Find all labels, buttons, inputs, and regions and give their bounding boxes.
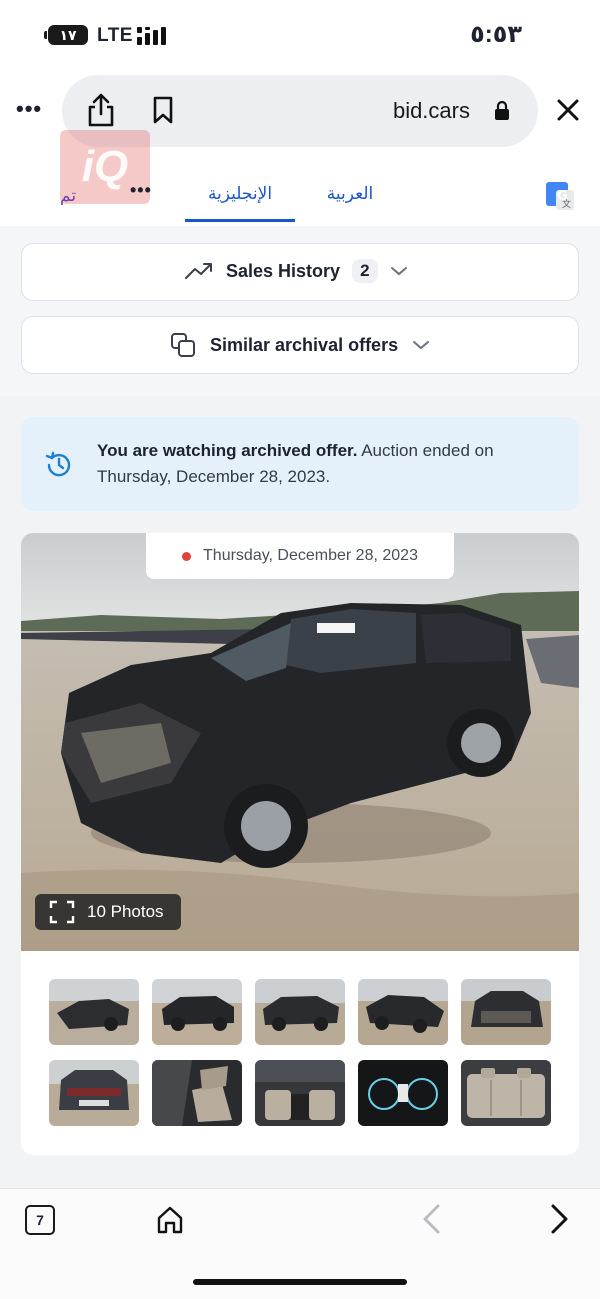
notice-bold: You are watching archived offer.	[97, 441, 358, 460]
forward-arrow-icon[interactable]	[549, 1203, 571, 1235]
sales-history-toggle[interactable]: Sales History 2	[21, 243, 579, 301]
clock: ٥:٥٣	[470, 21, 522, 48]
home-indicator	[193, 1279, 407, 1285]
history-icon	[45, 451, 71, 477]
svg-text:文: 文	[562, 198, 571, 210]
tab-arabic[interactable]: العربية	[305, 170, 395, 222]
main-vehicle-photo[interactable]	[21, 533, 579, 951]
chevron-down-icon	[390, 267, 407, 276]
thumbnail[interactable]	[152, 979, 242, 1045]
battery-indicator: ١٧	[44, 25, 88, 45]
thumbnail[interactable]	[152, 1060, 242, 1126]
similar-offers-label: Similar archival offers	[210, 334, 399, 355]
view-photos-button[interactable]: 10 Photos	[35, 894, 181, 930]
signal-icon	[137, 27, 166, 45]
sales-history-count: 2	[352, 259, 378, 283]
sales-history-label: Sales History	[226, 260, 341, 281]
copy-icon	[171, 333, 195, 357]
url-text[interactable]: bid.cars	[393, 98, 470, 124]
thumbnail[interactable]	[358, 1060, 448, 1126]
thumbnail[interactable]	[49, 979, 139, 1045]
google-translate-icon[interactable]: G 文	[544, 180, 576, 212]
translate-more-button[interactable]: •••	[130, 180, 152, 201]
archived-notice-text: You are watching archived offer. Auction…	[97, 438, 517, 490]
lock-icon	[495, 100, 509, 120]
active-tab-indicator	[185, 219, 295, 222]
chevron-down-icon	[413, 341, 430, 350]
close-icon[interactable]	[556, 98, 580, 122]
translate-done-button[interactable]: تم	[60, 186, 76, 206]
trending-up-icon	[185, 263, 212, 279]
bookmark-icon[interactable]	[151, 96, 175, 124]
photos-count-label: 10 Photos	[87, 902, 164, 921]
back-arrow-icon[interactable]	[420, 1203, 442, 1235]
browser-menu-button[interactable]: •••	[16, 96, 42, 122]
thumbnail[interactable]	[255, 1060, 345, 1126]
auction-date: Thursday, December 28, 2023	[203, 547, 418, 564]
thumbnail[interactable]	[461, 979, 551, 1045]
thumbnail[interactable]	[255, 979, 345, 1045]
thumbnail[interactable]	[358, 979, 448, 1045]
photo-gallery: Thursday, December 28, 2023 10 Photos	[21, 533, 579, 1155]
share-icon[interactable]	[86, 92, 116, 128]
tab-english[interactable]: الإنجليزية	[185, 170, 295, 222]
fullscreen-icon	[49, 900, 75, 924]
thumbnail[interactable]	[461, 1060, 551, 1126]
auction-date-label: Thursday, December 28, 2023	[146, 533, 454, 579]
home-icon[interactable]	[156, 1205, 184, 1235]
status-dot	[182, 551, 192, 561]
thumbnail[interactable]	[49, 1060, 139, 1126]
tabs-button[interactable]: 7	[25, 1205, 55, 1235]
network-type: LTE	[97, 25, 133, 46]
similar-offers-toggle[interactable]: Similar archival offers	[21, 316, 579, 374]
